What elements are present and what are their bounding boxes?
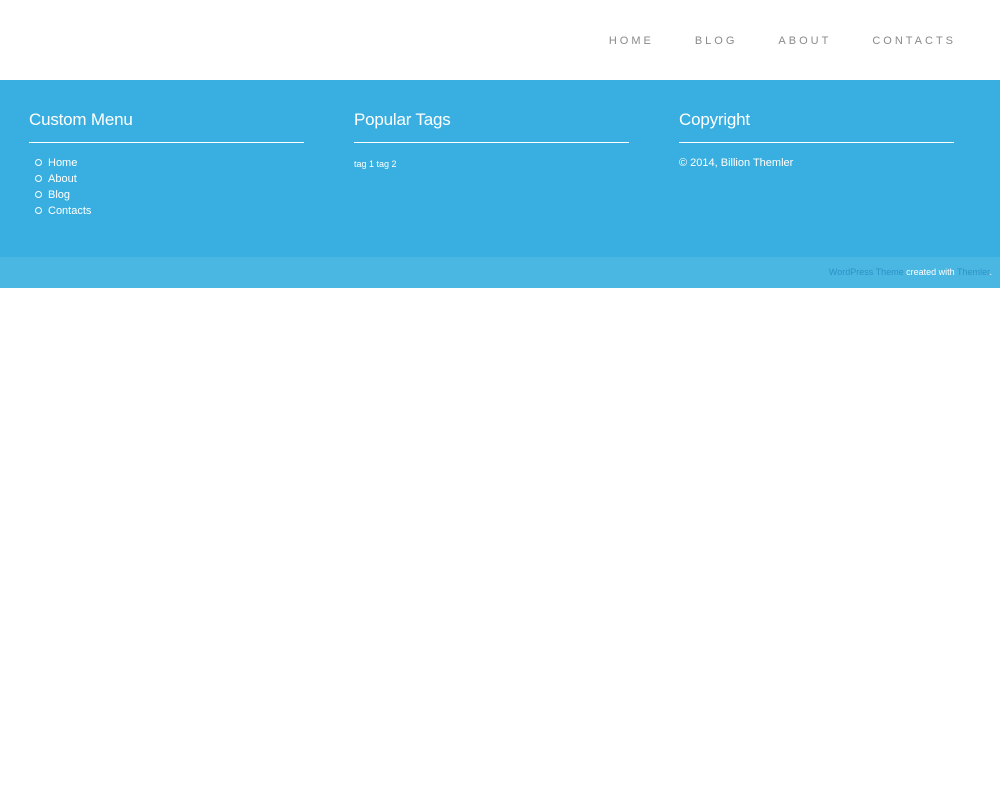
themler-link[interactable]: Themler — [957, 267, 990, 277]
custom-menu-item: Contacts — [35, 203, 304, 219]
footer-bottom-bar: WordPress Theme created with Themler. — [0, 257, 1000, 288]
tag-link[interactable]: tag 1 — [354, 159, 374, 169]
theme-credits: WordPress Theme created with Themler. — [829, 266, 992, 279]
copyright-text: © 2014, Billion Themler — [679, 157, 794, 169]
custom-menu-blog-link[interactable]: Blog — [48, 189, 70, 201]
circle-bullet-icon — [35, 191, 42, 198]
tag-link[interactable]: tag 2 — [377, 159, 397, 169]
credits-end-text: . — [989, 267, 992, 277]
footer-widgets: Custom Menu Home About Blog Contacts Pop… — [0, 80, 1000, 257]
circle-bullet-icon — [35, 207, 42, 214]
site-header: HOME BLOG ABOUT CONTACTS — [0, 0, 1000, 80]
copyright-title: Copyright — [679, 109, 954, 143]
circle-bullet-icon — [35, 175, 42, 182]
copyright-widget: Copyright © 2014, Billion Themler — [679, 109, 954, 171]
nav-about-link[interactable]: ABOUT — [778, 34, 831, 48]
nav-home-link[interactable]: HOME — [609, 34, 654, 48]
custom-menu-about-link[interactable]: About — [48, 173, 77, 185]
custom-menu-item: Blog — [35, 187, 304, 203]
custom-menu-item: About — [35, 171, 304, 187]
nav-contacts-link[interactable]: CONTACTS — [872, 34, 956, 48]
wordpress-theme-link[interactable]: WordPress Theme — [829, 267, 904, 277]
nav-blog-link[interactable]: BLOG — [695, 34, 738, 48]
popular-tags-title: Popular Tags — [354, 109, 629, 143]
custom-menu-list: Home About Blog Contacts — [29, 155, 304, 219]
custom-menu-title: Custom Menu — [29, 109, 304, 143]
circle-bullet-icon — [35, 159, 42, 166]
custom-menu-widget: Custom Menu Home About Blog Contacts — [29, 109, 304, 219]
custom-menu-item: Home — [35, 155, 304, 171]
custom-menu-home-link[interactable]: Home — [48, 157, 77, 169]
main-nav: HOME BLOG ABOUT CONTACTS — [568, 34, 956, 48]
popular-tags-widget: Popular Tags tag 1 tag 2 — [354, 109, 629, 171]
custom-menu-contacts-link[interactable]: Contacts — [48, 205, 91, 217]
tag-cloud: tag 1 tag 2 — [354, 157, 629, 171]
credits-middle-text: created with — [903, 267, 957, 277]
